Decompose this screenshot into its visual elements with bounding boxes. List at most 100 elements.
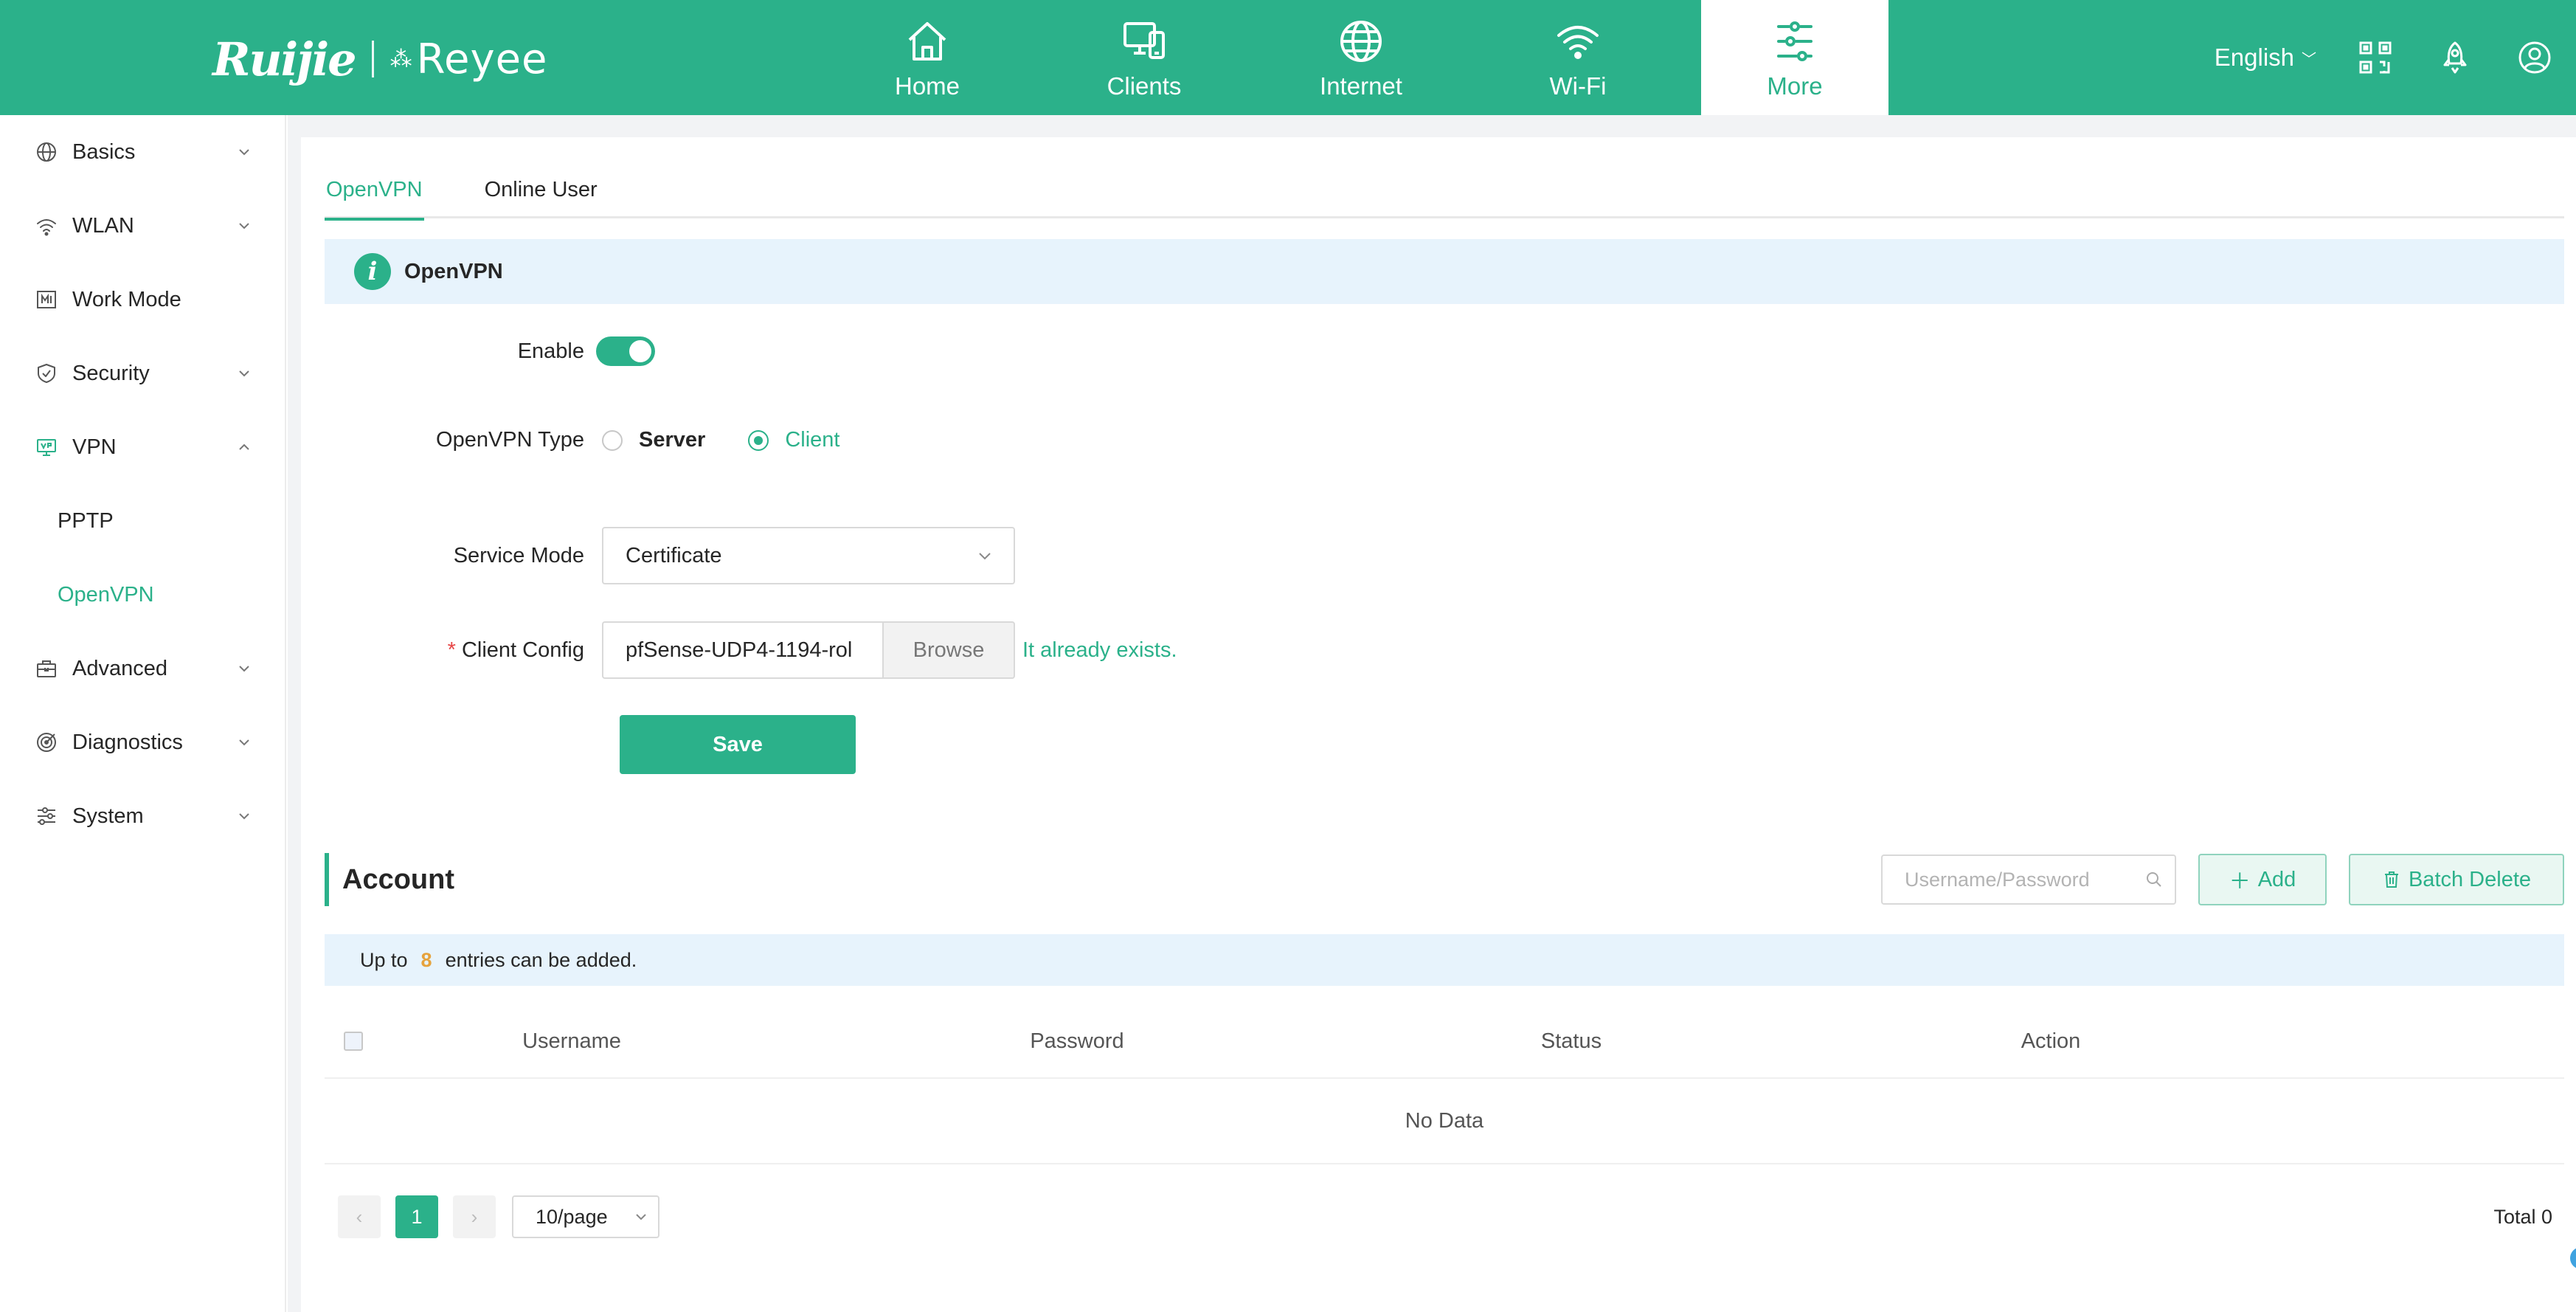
add-button[interactable]: ＋ Add	[2198, 854, 2327, 905]
sidebar-item-advanced[interactable]: Advanced	[0, 632, 285, 705]
sidebar-item-label: System	[72, 804, 144, 828]
search-icon	[2147, 872, 2161, 887]
service-mode-row: Service Mode Certificate	[301, 527, 1015, 584]
service-mode-label: Service Mode	[453, 543, 584, 567]
radio-button	[602, 429, 623, 451]
file-exists-hint: It already exists.	[1022, 638, 1177, 662]
client-config-file-field[interactable]: pfSense-UDP4-1194-rol	[602, 621, 882, 679]
sidebar-subitem-pptp[interactable]: PPTP	[0, 484, 285, 558]
chevron-down-icon: ﹀	[2302, 51, 2316, 68]
radio-client[interactable]: Client	[748, 428, 839, 452]
enable-toggle[interactable]	[596, 336, 655, 366]
nav-home-label: Home	[894, 72, 960, 100]
chevron-down-icon	[239, 223, 249, 229]
tab-openvpn[interactable]: OpenVPN	[325, 171, 424, 221]
nav-wifi[interactable]: Wi-Fi	[1469, 0, 1686, 115]
select-all-checkbox[interactable]	[344, 1032, 363, 1051]
table-header: Username Password Status Action	[325, 1005, 2564, 1079]
home-icon	[908, 22, 946, 61]
page-size-value: 10/page	[536, 1205, 608, 1228]
sidebar-item-system[interactable]: System	[0, 779, 285, 853]
brand-logo[interactable]: Ruijie ⁂ Reyee	[212, 32, 548, 86]
chevron-down-icon	[636, 1214, 646, 1220]
nav-wifi-label: Wi-Fi	[1549, 72, 1607, 100]
language-label: English	[2214, 44, 2294, 71]
top-navigation-bar: Ruijie ⁂ Reyee Home Clients Internet Wi-…	[0, 0, 2576, 115]
browse-button[interactable]: Browse	[882, 621, 1015, 679]
chevron-down-icon	[239, 666, 249, 672]
radio-server[interactable]: Server	[602, 428, 705, 452]
toolbox-icon	[34, 656, 59, 681]
save-button[interactable]: Save	[620, 715, 856, 774]
tab-online-user[interactable]: Online User	[483, 171, 599, 218]
column-status: Status	[1540, 1029, 1602, 1053]
nav-internet-label: Internet	[1320, 72, 1402, 100]
chevron-down-icon	[239, 739, 249, 746]
section-title: OpenVPN	[404, 259, 503, 283]
trash-icon	[2384, 871, 2398, 888]
sidebar-item-wlan[interactable]: WLAN	[0, 189, 285, 263]
nav-internet[interactable]: Internet	[1253, 0, 1469, 115]
client-config-row: * Client Config pfSense-UDP4-1194-rol Bro…	[301, 621, 1177, 679]
section-accent-bar	[325, 853, 329, 906]
sidebar-item-label: Advanced	[72, 656, 167, 680]
sidebar-item-basics[interactable]: Basics	[0, 115, 285, 189]
sidebar-item-label: WLAN	[72, 213, 134, 238]
account-table: Username Password Status Action No Data	[325, 1005, 2564, 1164]
radio-client-label: Client	[785, 428, 840, 452]
rocket-icon[interactable]	[2434, 37, 2476, 78]
next-page-button[interactable]: ›	[453, 1195, 496, 1238]
openvpn-type-row: OpenVPN Type Server Client	[301, 428, 882, 452]
section-info-bar: i OpenVPN	[325, 239, 2564, 304]
page-number-button[interactable]: 1	[395, 1195, 438, 1238]
plus-icon: ＋	[2229, 870, 2251, 894]
sidebar-subitem-openvpn[interactable]: OpenVPN	[0, 558, 285, 632]
reyee-mark-icon: ⁂	[389, 46, 412, 72]
globe-icon	[34, 139, 59, 165]
prev-page-button[interactable]: ‹	[338, 1195, 381, 1238]
service-mode-select[interactable]: Certificate	[602, 527, 1015, 584]
sidebar-item-work-mode[interactable]: Work Mode	[0, 263, 285, 336]
top-right-tools: English ﹀	[2215, 0, 2576, 115]
client-config-label: * Client Config	[301, 638, 602, 663]
qr-code-icon[interactable]	[2355, 37, 2396, 78]
nav-more[interactable]: More	[1701, 0, 1888, 115]
sidebar-item-label: VPN	[72, 435, 117, 459]
sidebar-item-label: Work Mode	[72, 287, 181, 311]
total-count: Total 0	[2493, 1205, 2552, 1228]
logo-divider	[371, 41, 374, 77]
user-account-icon[interactable]	[2514, 37, 2555, 78]
batch-delete-label: Batch Delete	[2408, 867, 2532, 891]
page-size-select[interactable]: 10/page	[512, 1195, 659, 1238]
sidebar-item-label: Security	[72, 361, 150, 385]
sidebar-item-label: Basics	[72, 139, 136, 164]
sidebar: Basics WLAN Work Mode Security VPN PPTP …	[0, 115, 286, 1312]
globe-icon	[1340, 21, 1382, 62]
sidebar-item-diagnostics[interactable]: Diagnostics	[0, 705, 285, 779]
nav-clients[interactable]: Clients	[1036, 0, 1253, 115]
wifi-icon	[1557, 26, 1599, 59]
reyee-logo-text: Reyee	[416, 35, 548, 83]
nav-clients-label: Clients	[1107, 72, 1182, 100]
account-title: Account	[342, 863, 454, 895]
select-all-cell	[325, 1032, 516, 1051]
chevron-down-icon	[239, 149, 249, 156]
openvpn-type-label: OpenVPN Type	[436, 428, 584, 452]
limit-prefix: Up to	[360, 948, 408, 971]
required-mark: *	[447, 638, 456, 662]
radio-button	[748, 429, 769, 451]
batch-delete-button[interactable]: Batch Delete	[2349, 854, 2564, 905]
search-input[interactable]: Username/Password	[1881, 854, 2176, 905]
vpn-icon	[34, 435, 59, 460]
sidebar-item-vpn[interactable]: VPN	[0, 410, 285, 484]
info-icon: i	[354, 253, 391, 290]
clients-icon	[1123, 22, 1165, 59]
diagnostics-icon	[34, 730, 59, 755]
nav-home[interactable]: Home	[819, 0, 1036, 115]
limit-suffix: entries can be added.	[445, 948, 637, 971]
sidebar-item-security[interactable]: Security	[0, 336, 285, 410]
main-nav: Home Clients Internet Wi-Fi More	[819, 0, 1888, 115]
language-select[interactable]: English ﹀	[2215, 44, 2316, 72]
sliders-icon	[34, 804, 59, 829]
more-settings-icon	[1777, 21, 1812, 61]
